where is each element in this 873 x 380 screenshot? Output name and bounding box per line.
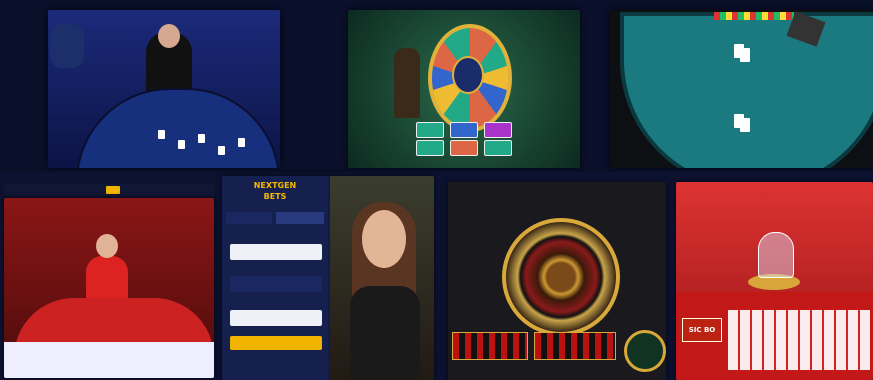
playing-card bbox=[740, 48, 750, 62]
dealer-head bbox=[96, 234, 118, 258]
playing-card bbox=[198, 134, 205, 143]
bet-grid bbox=[534, 332, 616, 360]
tab-login[interactable] bbox=[226, 212, 272, 224]
blackjack-felt bbox=[620, 12, 873, 168]
blackjack-live-table-thumbnail[interactable] bbox=[48, 10, 280, 168]
bet-tile bbox=[416, 140, 444, 156]
money-wheel-game-thumbnail[interactable] bbox=[348, 10, 580, 168]
game-host bbox=[394, 48, 420, 118]
email-input[interactable] bbox=[230, 276, 322, 292]
dice-shaker-dome bbox=[758, 232, 794, 278]
bet-tile bbox=[450, 140, 478, 156]
blackjack-table bbox=[76, 88, 280, 168]
tab-register[interactable] bbox=[276, 212, 324, 224]
blackjack-felt-table-thumbnail[interactable] bbox=[610, 10, 873, 168]
login-modal-thumbnail[interactable]: NEXTGEN BETS bbox=[222, 176, 434, 380]
bet-tile bbox=[450, 122, 478, 138]
bet-tile bbox=[416, 122, 444, 138]
playing-card bbox=[238, 138, 245, 147]
bet-tile bbox=[484, 140, 512, 156]
red-roulette-table-thumbnail[interactable] bbox=[4, 198, 214, 378]
bet-tile bbox=[484, 122, 512, 138]
dealer-head bbox=[158, 24, 180, 48]
side-dealer bbox=[50, 24, 84, 68]
promo-photo bbox=[330, 176, 434, 380]
submit-button[interactable] bbox=[230, 336, 322, 350]
logo-line2: BETS bbox=[263, 192, 287, 201]
racetrack bbox=[624, 330, 666, 372]
model-face bbox=[362, 210, 406, 268]
playing-card bbox=[178, 140, 185, 149]
roulette-wheel bbox=[502, 218, 620, 336]
brand-logo: NEXTGEN BETS bbox=[240, 180, 310, 202]
playing-card bbox=[740, 118, 750, 132]
sic-bo-sign: SIC BO bbox=[682, 318, 722, 342]
bet-board bbox=[728, 310, 870, 370]
playing-card bbox=[218, 146, 225, 155]
username-input[interactable] bbox=[230, 244, 322, 260]
bet-grid bbox=[452, 332, 528, 360]
wheel-hub bbox=[452, 56, 484, 94]
betting-panel bbox=[4, 342, 214, 378]
chip-tray bbox=[714, 12, 794, 20]
password-input[interactable] bbox=[230, 310, 322, 326]
gold-roulette-thumbnail[interactable] bbox=[448, 182, 666, 380]
sic-bo-table-thumbnail[interactable]: SIC BO bbox=[676, 182, 873, 380]
login-mini-button[interactable] bbox=[106, 186, 120, 194]
logo-line1: NEXTGEN bbox=[253, 181, 297, 190]
playing-card bbox=[158, 130, 165, 139]
model-body bbox=[350, 286, 420, 380]
login-form: NEXTGEN BETS bbox=[222, 176, 328, 380]
